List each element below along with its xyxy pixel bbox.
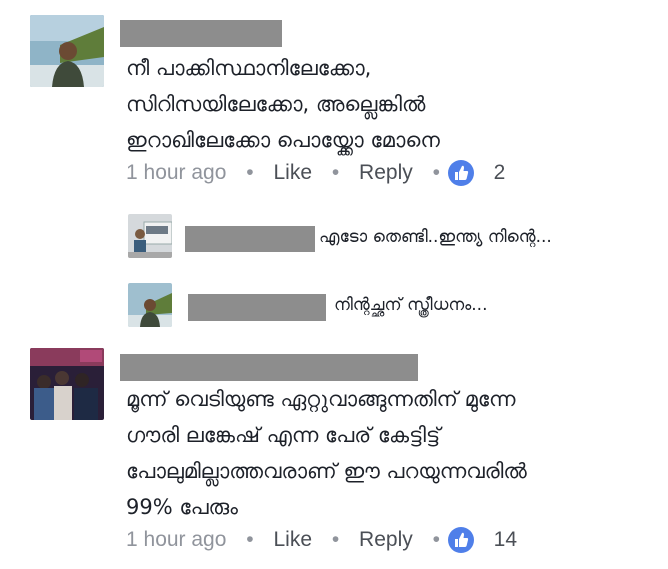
separator: • — [331, 161, 340, 184]
like-button[interactable]: Like — [273, 528, 312, 551]
separator: • — [331, 528, 340, 551]
comment-actions: 1 hour ago • Like • Reply • 14 — [126, 527, 517, 553]
comment-avatar[interactable] — [30, 348, 104, 420]
reply-text: നിന്റച്ഛന് സ്ത്രീധനം... — [334, 295, 488, 315]
separator: • — [246, 161, 254, 184]
separator: • — [246, 528, 254, 551]
redacted-name[interactable] — [120, 20, 282, 47]
comment-text: മൂന്ന് വെടിയുണ്ട ഏറ്റുവാങ്ങുന്നതിന് മുന്… — [126, 381, 527, 525]
reply-avatar[interactable] — [128, 283, 172, 327]
comment-line: നീ പാക്കിസ്ഥാനിലേക്കോ, — [126, 56, 372, 80]
like-icon[interactable] — [447, 160, 474, 186]
separator: • — [432, 528, 440, 551]
reply-text: എടോ തെണ്ടി..ഇന്ത്യ നിന്റെ... — [319, 227, 552, 247]
reply-button[interactable]: Reply — [359, 161, 413, 184]
timestamp[interactable]: 1 hour ago — [126, 528, 226, 551]
reaction-count[interactable]: 14 — [494, 528, 517, 551]
avatar-photo — [30, 15, 104, 87]
avatar-photo — [128, 283, 172, 327]
avatar-photo — [128, 214, 172, 258]
avatar-photo — [30, 348, 104, 420]
like-button[interactable]: Like — [273, 161, 312, 184]
reply-avatar[interactable] — [128, 214, 172, 258]
separator: • — [432, 161, 440, 184]
comment-line: പോലുമില്ലാത്തവരാണ് ഈ പറയുന്നവരിൽ — [126, 459, 527, 483]
redacted-name[interactable] — [120, 354, 418, 381]
timestamp[interactable]: 1 hour ago — [126, 161, 226, 184]
reaction-count[interactable]: 2 — [494, 161, 506, 184]
comment-avatar[interactable] — [30, 15, 104, 87]
comment-line: ഗൗരി ലങ്കേഷ് എന്ന പേര് കേട്ടിട്ട് — [126, 423, 441, 447]
comment-line: ഇറാഖിലേക്കോ പൊയ്ക്കോ മോനെ — [126, 128, 440, 152]
redacted-name[interactable] — [188, 294, 326, 321]
reply-button[interactable]: Reply — [359, 528, 413, 551]
comment-text: നീ പാക്കിസ്ഥാനിലേക്കോ, സിറിസയിലേക്കോ, അല… — [126, 50, 440, 158]
like-icon[interactable] — [447, 527, 474, 553]
comment-actions: 1 hour ago • Like • Reply • 2 — [126, 160, 505, 186]
comment-line: 99% പേരും — [126, 495, 238, 519]
comment-line: സിറിസയിലേക്കോ, അല്ലെങ്കിൽ — [126, 92, 426, 116]
redacted-name[interactable] — [185, 226, 315, 252]
comment-line: മൂന്ന് വെടിയുണ്ട ഏറ്റുവാങ്ങുന്നതിന് മുന്… — [126, 387, 516, 411]
